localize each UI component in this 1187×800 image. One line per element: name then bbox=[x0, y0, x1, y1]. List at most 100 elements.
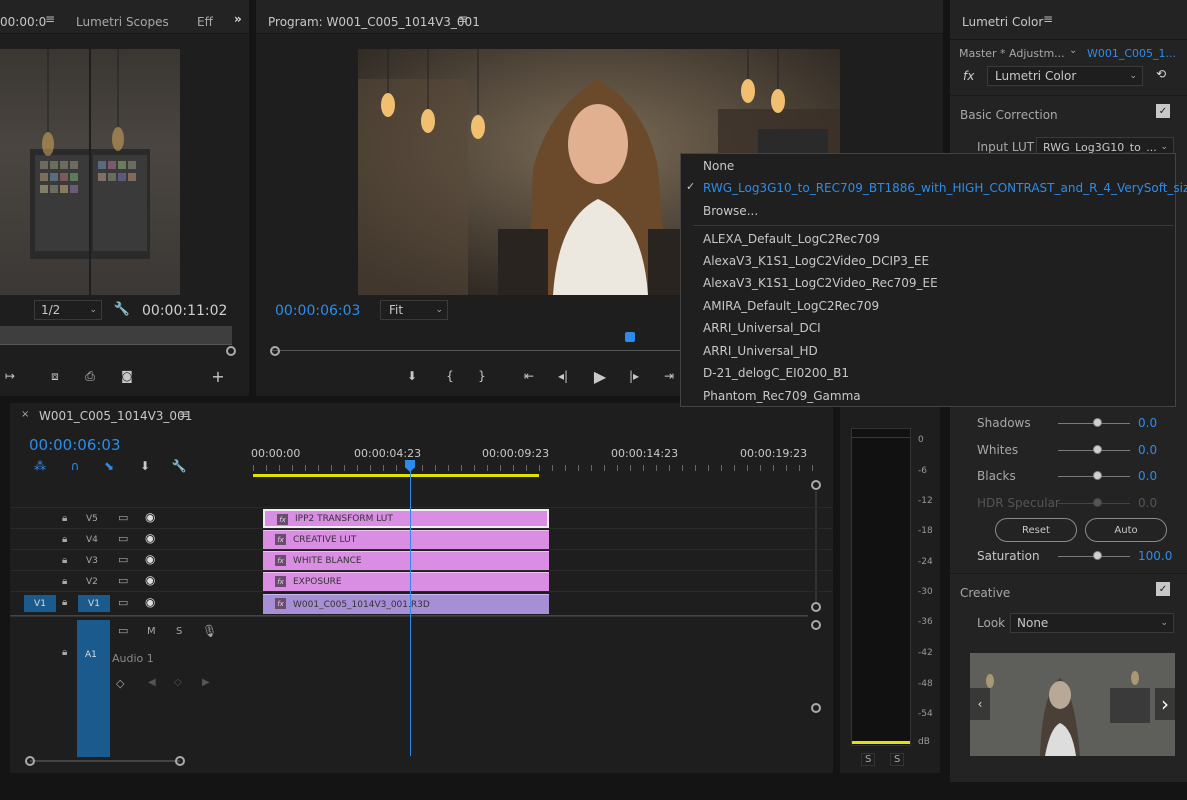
shadows-slider-knob[interactable] bbox=[1093, 418, 1102, 427]
next-look-icon[interactable]: › bbox=[1155, 688, 1175, 720]
clip-video[interactable]: fx W001_C005_1014V3_001.R3D bbox=[263, 594, 549, 614]
source-zoom-select[interactable]: 1/2 ⌄ bbox=[34, 300, 102, 320]
lock-icon[interactable]: 🔒︎ bbox=[62, 555, 67, 566]
fx-icon[interactable]: fx bbox=[963, 69, 974, 83]
next-keyframe-icon[interactable]: ▶ bbox=[202, 677, 210, 688]
program-scrub-bar[interactable] bbox=[270, 350, 690, 351]
lock-icon[interactable]: 🔒︎ bbox=[62, 513, 67, 524]
insert-icon[interactable]: ↦ bbox=[0, 368, 20, 384]
program-menu-icon[interactable]: ≡ bbox=[458, 12, 468, 26]
add-button-icon[interactable]: + bbox=[208, 367, 228, 386]
program-zoom-handle[interactable] bbox=[270, 346, 280, 356]
track-label[interactable]: V3 bbox=[86, 556, 98, 566]
export-frame-icon[interactable]: ⎙ bbox=[80, 368, 100, 384]
whites-value[interactable]: 0.0 bbox=[1138, 443, 1157, 457]
master-clip-tab[interactable]: Master * Adjustm... bbox=[959, 47, 1065, 60]
solo-button[interactable]: S bbox=[176, 626, 182, 637]
playhead-marker[interactable] bbox=[625, 332, 635, 342]
creative-header[interactable]: Creative bbox=[960, 586, 1010, 600]
lock-icon[interactable]: 🔒︎ bbox=[62, 534, 67, 545]
track-target-a1[interactable]: A1 bbox=[77, 620, 110, 757]
timeline-ruler[interactable]: 00:00:00 00:00:04:23 00:00:09:23 00:00:1… bbox=[251, 443, 818, 477]
go-to-out-icon[interactable]: ⇥ bbox=[660, 368, 678, 384]
tab-lumetri-scopes[interactable]: Lumetri Scopes bbox=[76, 15, 169, 29]
lut-option-browse[interactable]: Browse... bbox=[703, 204, 758, 218]
lut-option[interactable]: AMIRA_Default_LogC2Rec709 bbox=[703, 299, 879, 313]
effect-select[interactable]: Lumetri Color ⌄ bbox=[987, 66, 1143, 86]
tab-effects[interactable]: Eff bbox=[197, 15, 213, 29]
hscroll-handle-right[interactable] bbox=[175, 756, 185, 766]
timeline-menu-icon[interactable]: ≡ bbox=[179, 407, 189, 421]
shadows-value[interactable]: 0.0 bbox=[1138, 416, 1157, 430]
wrench-icon[interactable]: 🔧 bbox=[171, 458, 187, 474]
source-tab-timecode[interactable]: 00:00:0 bbox=[0, 15, 46, 29]
snap-magnet-icon[interactable]: ∩ bbox=[67, 458, 83, 474]
eye-icon[interactable]: ◉ bbox=[145, 573, 155, 587]
film-icon[interactable]: ▭ bbox=[118, 511, 128, 524]
whites-slider-knob[interactable] bbox=[1093, 445, 1102, 454]
source-zoom-handle[interactable] bbox=[226, 346, 236, 356]
source-scrub-bar[interactable] bbox=[0, 326, 232, 345]
eye-icon[interactable]: ◉ bbox=[145, 510, 155, 524]
lock-icon[interactable]: 🔒︎ bbox=[62, 576, 67, 587]
film-icon[interactable]: ▭ bbox=[118, 574, 128, 587]
timeline-vscroll-handle[interactable] bbox=[811, 480, 821, 490]
look-select[interactable]: None ⌄ bbox=[1010, 613, 1174, 633]
overwrite-icon[interactable]: ⧈ bbox=[45, 368, 65, 384]
film-icon[interactable]: ▭ bbox=[118, 532, 128, 545]
step-forward-icon[interactable]: |▸ bbox=[626, 368, 642, 384]
timeline-hscroll[interactable] bbox=[30, 760, 180, 762]
linked-selection-icon[interactable]: ⬊ bbox=[101, 458, 117, 474]
lut-option[interactable]: Phantom_Rec709_Gamma bbox=[703, 389, 861, 403]
lut-option[interactable]: AlexaV3_K1S1_LogC2Video_DCIP3_EE bbox=[703, 254, 929, 268]
add-marker-icon[interactable]: ⬇ bbox=[137, 458, 153, 474]
lut-option[interactable]: ALEXA_Default_LogC2Rec709 bbox=[703, 232, 880, 246]
work-area-bar[interactable] bbox=[253, 474, 539, 477]
source-tab-menu-icon[interactable]: ≡ bbox=[45, 12, 55, 26]
blacks-value[interactable]: 0.0 bbox=[1138, 469, 1157, 483]
saturation-value[interactable]: 100.0 bbox=[1138, 549, 1172, 563]
clip-tab-link[interactable]: W001_C005_1... bbox=[1087, 47, 1176, 60]
go-to-in-icon[interactable]: ⇤ bbox=[520, 368, 538, 384]
hscroll-handle-left[interactable] bbox=[25, 756, 35, 766]
panel-overflow-icon[interactable]: » bbox=[234, 12, 242, 26]
add-marker-icon[interactable]: ⬇ bbox=[404, 368, 420, 384]
solo-left-button[interactable]: S bbox=[861, 753, 876, 766]
basic-correction-checkbox[interactable]: ✓ bbox=[1156, 104, 1170, 118]
film-icon[interactable]: ▭ bbox=[118, 553, 128, 566]
lut-option-selected[interactable]: RWG_Log3G10_to_REC709_BT1886_with_HIGH_C… bbox=[703, 181, 1187, 195]
lut-option[interactable]: ARRI_Universal_HD bbox=[703, 344, 818, 358]
source-patch-v1[interactable]: V1 bbox=[24, 595, 56, 612]
clip-adjustment[interactable]: fx CREATIVE LUT bbox=[263, 530, 549, 549]
eye-icon[interactable]: ◉ bbox=[145, 531, 155, 545]
track-label[interactable]: V4 bbox=[86, 535, 98, 545]
mark-out-icon[interactable]: } bbox=[474, 368, 490, 384]
lumetri-menu-icon[interactable]: ≡ bbox=[1043, 12, 1053, 26]
blacks-slider-knob[interactable] bbox=[1093, 471, 1102, 480]
lock-icon[interactable]: 🔒︎ bbox=[62, 597, 67, 608]
lut-option[interactable]: AlexaV3_K1S1_LogC2Video_Rec709_EE bbox=[703, 276, 938, 290]
eye-icon[interactable]: ◉ bbox=[145, 552, 155, 566]
timeline-timecode[interactable]: 00:00:06:03 bbox=[29, 436, 121, 454]
mark-in-icon[interactable]: { bbox=[442, 368, 458, 384]
program-fit-select[interactable]: Fit ⌄ bbox=[380, 300, 448, 320]
saturation-slider-knob[interactable] bbox=[1093, 551, 1102, 560]
clip-adjustment[interactable]: fx EXPOSURE bbox=[263, 572, 549, 591]
reset-button[interactable]: Reset bbox=[995, 518, 1077, 542]
program-timecode[interactable]: 00:00:06:03 bbox=[275, 303, 360, 319]
prev-look-icon[interactable]: ‹ bbox=[970, 688, 990, 720]
track-label[interactable]: V2 bbox=[86, 577, 98, 587]
wrench-icon[interactable]: 🔧 bbox=[114, 301, 130, 317]
step-back-icon[interactable]: ◂| bbox=[555, 368, 571, 384]
reset-effect-icon[interactable]: ⟲ bbox=[1156, 67, 1166, 81]
track-label[interactable]: V5 bbox=[86, 514, 98, 524]
film-icon[interactable]: ▭ bbox=[118, 596, 128, 609]
microphone-icon[interactable]: 🎙︎ bbox=[202, 624, 217, 638]
nest-icon[interactable]: ⁂ bbox=[32, 458, 48, 474]
play-icon[interactable]: ▶ bbox=[591, 366, 609, 386]
creative-checkbox[interactable]: ✓ bbox=[1156, 582, 1170, 596]
mute-button[interactable]: M bbox=[147, 626, 156, 637]
solo-right-button[interactable]: S bbox=[890, 753, 905, 766]
clip-adjustment[interactable]: fx IPP2 TRANSFORM LUT bbox=[263, 509, 549, 528]
camera-icon[interactable]: ◙ bbox=[117, 368, 137, 384]
